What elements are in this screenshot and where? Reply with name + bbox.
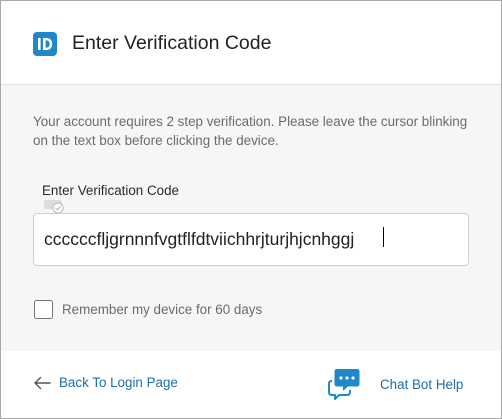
remember-device-option[interactable]: Remember my device for 60 days: [34, 298, 262, 320]
dialog-footer: Back To Login Page Chat Bot Help: [1, 351, 501, 418]
chat-bubble-icon: [328, 369, 360, 400]
verification-dialog: Enter Verification Code Your account req…: [0, 0, 502, 419]
page-title: Enter Verification Code: [72, 32, 272, 54]
instructions-text: Your account requires 2 step verificatio…: [33, 114, 468, 148]
text-cursor: [383, 227, 384, 247]
verification-code-input[interactable]: [33, 213, 469, 266]
chat-bot-help-label: Chat Bot Help: [380, 377, 464, 392]
verification-form: Your account requires 2 step verificatio…: [1, 85, 501, 351]
autofill-key-icon[interactable]: [43, 199, 67, 215]
chat-bot-help-button[interactable]: Chat Bot Help: [327, 364, 477, 408]
back-to-login-label: Back To Login Page: [59, 375, 178, 390]
code-field-label: Enter Verification Code: [42, 183, 179, 198]
id-badge-icon: [33, 32, 57, 56]
remember-device-checkbox[interactable]: [34, 299, 53, 319]
arrow-left-icon: [34, 376, 51, 389]
back-to-login-link[interactable]: Back To Login Page: [33, 375, 178, 390]
dialog-header: Enter Verification Code: [1, 1, 501, 85]
remember-device-label: Remember my device for 60 days: [62, 301, 263, 317]
